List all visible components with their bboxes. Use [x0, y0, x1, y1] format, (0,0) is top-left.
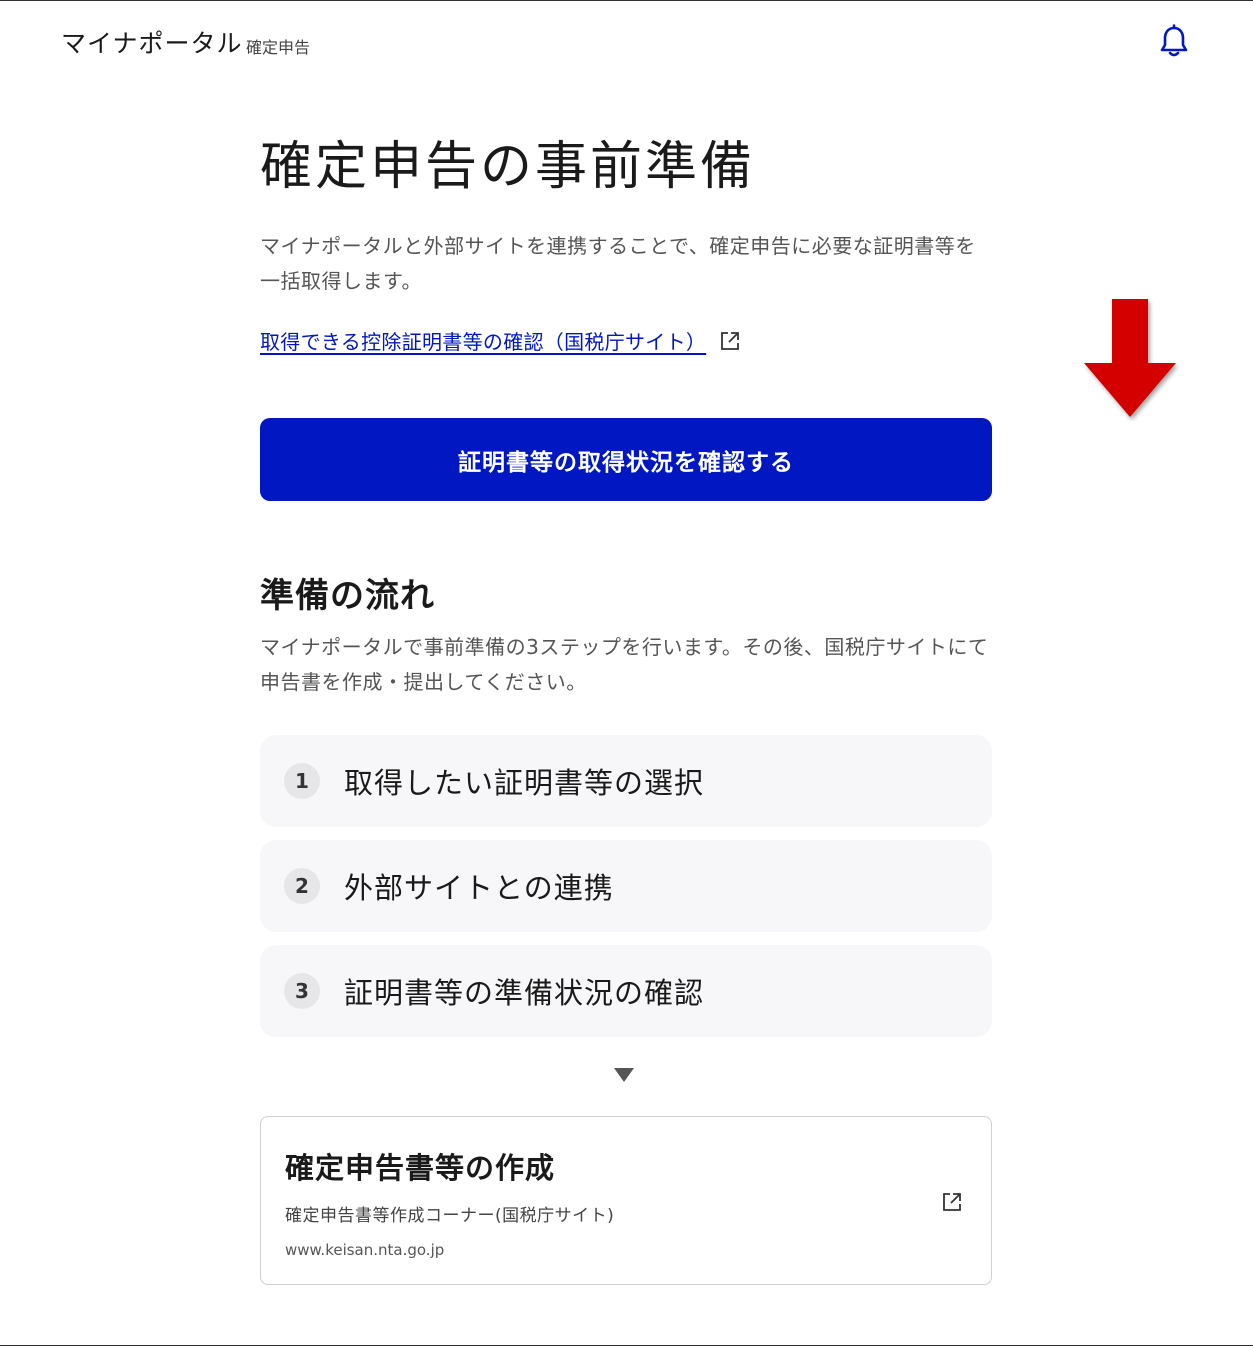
step-item-1: 1 取得したい証明書等の選択 — [260, 735, 992, 827]
tax-return-creation-card[interactable]: 確定申告書等の作成 確定申告書等作成コーナー(国税庁サイト) www.keisa… — [260, 1116, 992, 1285]
header: マイナポータル 確定申告 — [0, 0, 1253, 82]
deduction-certificates-link-row: 取得できる控除証明書等の確認（国税庁サイト） — [260, 326, 741, 356]
deduction-certificates-link[interactable]: 取得できる控除証明書等の確認（国税庁サイト） — [260, 330, 706, 354]
bell-icon[interactable] — [1158, 24, 1190, 58]
brand-subtitle: 確定申告 — [246, 38, 311, 57]
step-number: 3 — [284, 973, 320, 1009]
page-description: マイナポータルと外部サイトを連携することで、確定申告に必要な証明書等を一括取得し… — [260, 234, 976, 293]
step-label: 証明書等の準備状況の確認 — [344, 976, 705, 1010]
card-title: 確定申告書等の作成 — [285, 1151, 556, 1185]
step-item-3: 3 証明書等の準備状況の確認 — [260, 945, 992, 1037]
step-label: 外部サイトとの連携 — [344, 871, 614, 905]
brand-logo[interactable]: マイナポータル — [61, 24, 243, 60]
triangle-down-icon — [614, 1068, 634, 1082]
page-title: 確定申告の事前準備 — [260, 137, 756, 197]
flow-section-title: 準備の流れ — [260, 576, 435, 616]
external-link-icon — [943, 1193, 961, 1211]
check-certificate-status-button[interactable]: 証明書等の取得状況を確認する — [260, 418, 992, 501]
step-label: 取得したい証明書等の選択 — [344, 766, 705, 800]
step-number: 2 — [284, 868, 320, 904]
step-item-2: 2 外部サイトとの連携 — [260, 840, 992, 932]
flow-section-description: マイナポータルで事前準備の3ステップを行います。その後、国税庁サイトにて申告書を… — [260, 635, 989, 694]
card-subtitle: 確定申告書等作成コーナー(国税庁サイト) — [285, 1206, 615, 1226]
card-url: www.keisan.nta.go.jp — [285, 1241, 445, 1259]
external-link-icon[interactable] — [719, 330, 741, 352]
step-number: 1 — [284, 763, 320, 799]
red-down-arrow-icon — [1084, 299, 1176, 417]
